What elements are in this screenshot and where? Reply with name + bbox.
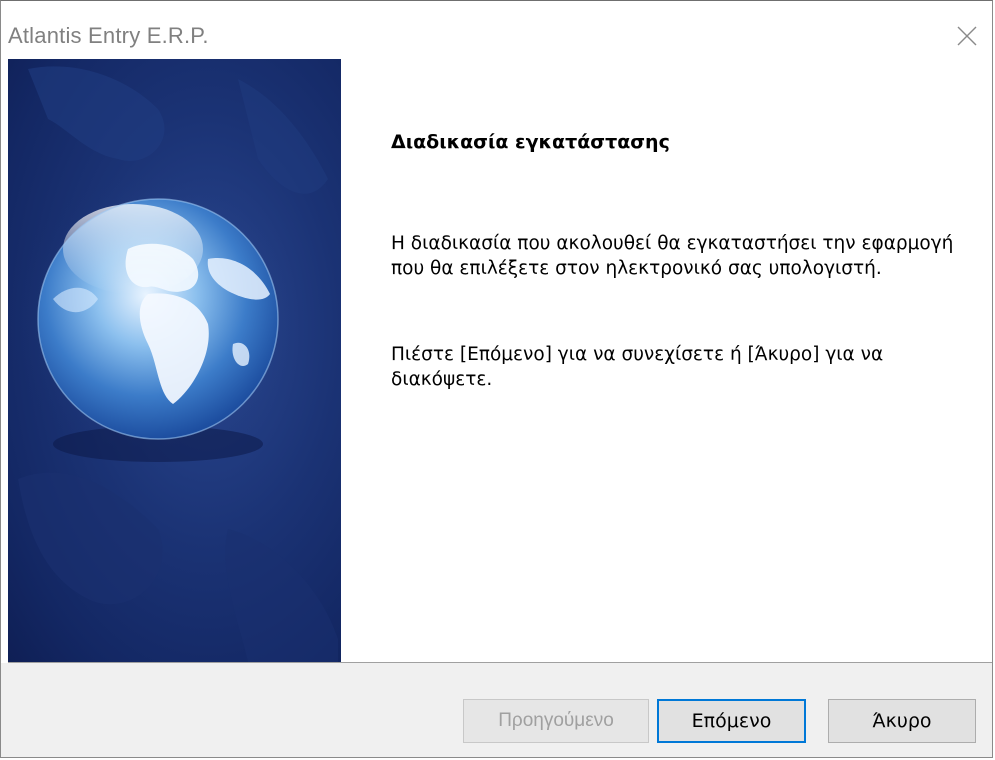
cancel-button[interactable]: Άκυρο <box>828 699 976 743</box>
page-heading: Διαδικασία εγκατάστασης <box>391 131 670 153</box>
content-panel: Διαδικασία εγκατάστασης Η διαδικασία που… <box>341 59 992 662</box>
previous-button[interactable]: Προηγούμενο <box>463 699 649 743</box>
close-icon <box>957 26 977 46</box>
globe-icon <box>8 66 338 662</box>
banner-image <box>8 59 341 662</box>
close-button[interactable] <box>944 13 992 57</box>
instruction-text: Πιέστε [Επόμενο] για να συνεχίσετε ή [Άκ… <box>391 344 884 390</box>
title-bar: Atlantis Entry E.R.P. <box>1 1 992 59</box>
installer-window: Atlantis Entry E.R.P. Διαδικασία εγκατάσ… <box>0 0 993 758</box>
button-bar: Προηγούμενο Επόμενο Άκυρο <box>1 663 992 757</box>
window-title: Atlantis Entry E.R.P. <box>8 23 209 48</box>
description-text: Η διαδικασία που ακολουθεί θα εγκαταστήσ… <box>391 233 954 279</box>
next-button[interactable]: Επόμενο <box>657 699 806 743</box>
